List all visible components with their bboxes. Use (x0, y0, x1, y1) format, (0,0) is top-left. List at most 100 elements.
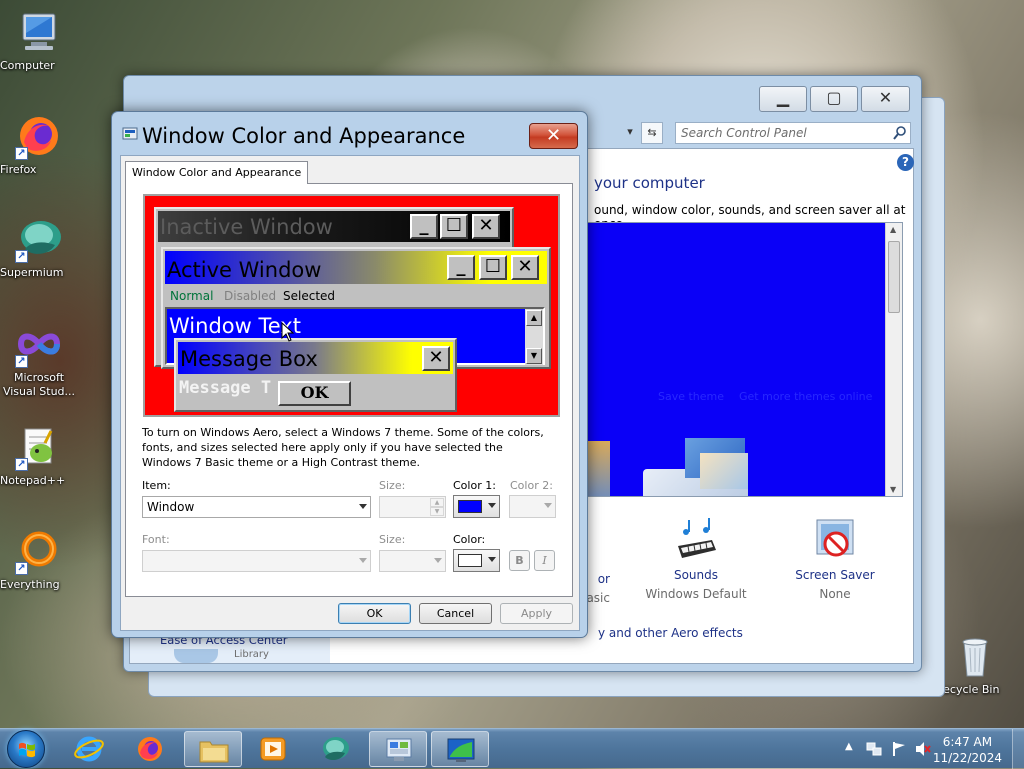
preview-close-icon: ✕ (472, 214, 500, 239)
search-icon[interactable] (892, 125, 908, 141)
maximize-button[interactable]: ▢ (810, 86, 858, 112)
preview-minimize-icon: _ (410, 214, 438, 239)
bold-button[interactable]: B (509, 550, 530, 571)
font-color-picker[interactable] (453, 549, 500, 572)
screen-saver-tile[interactable]: Screen Saver None (770, 516, 900, 601)
preview-msgbox-title: Message Box (180, 347, 318, 371)
show-desktop-button[interactable] (1012, 729, 1024, 769)
desktop-icon-label: Firefox (0, 163, 37, 176)
preview-scroll-down-icon: ▼ (526, 348, 542, 364)
item-select-value: Window (147, 500, 195, 514)
taskbar: ▲ 6:47 AM 11/22/2024 (0, 728, 1024, 769)
scroll-down-arrow-icon[interactable]: ▼ (890, 485, 896, 494)
dialog-close-button[interactable]: ✕ (529, 123, 578, 149)
taskbar-media-player-button[interactable] (244, 731, 302, 767)
size-label: Size: (379, 479, 406, 492)
taskbar-clock[interactable]: 6:47 AM 11/22/2024 (933, 734, 1002, 766)
preview-msgbox-close-icon: ✕ (422, 346, 450, 371)
taskbar-supermium-button[interactable] (306, 731, 364, 767)
size-spinner[interactable]: ▲ ▼ (379, 496, 446, 518)
preview-msgbox-text: Message T (179, 378, 272, 398)
firefox-icon (135, 734, 165, 764)
preview-message-box[interactable]: Message Box ✕ Message T OK (174, 338, 457, 412)
refresh-button[interactable]: ⇆ (641, 122, 663, 144)
theme-list[interactable]: Save theme Get more themes online ▲ ▼ (587, 222, 903, 497)
notepad-plus-plus-icon: ↗ (15, 423, 63, 471)
address-dropdown-button[interactable]: ▾ (621, 122, 639, 144)
item-label: Item: (142, 479, 171, 492)
font-size-select[interactable] (379, 550, 446, 572)
everything-search-icon: ↗ (15, 527, 63, 575)
save-theme-link[interactable]: Save theme (658, 390, 724, 403)
window-icon (122, 126, 138, 142)
volume-muted-icon[interactable] (915, 741, 931, 757)
preview-menu-normal: Normal (170, 289, 214, 303)
help-icon[interactable]: ? (897, 154, 914, 171)
desktop-icon-everything[interactable]: ↗ Everything (0, 527, 78, 591)
desktop-icon-firefox[interactable]: ↗ Firefox (0, 112, 78, 176)
theme-scrollbar[interactable]: ▲ ▼ (885, 223, 902, 496)
appearance-preview[interactable]: Inactive Window _ ☐ ✕ Active Window _ ☐ … (143, 194, 560, 417)
font-size-label: Size: (379, 533, 406, 546)
color1-picker[interactable] (453, 495, 500, 518)
taskbar-firefox-button[interactable] (121, 731, 179, 767)
aero-effects-link[interactable]: y and other Aero effects (598, 626, 743, 640)
apply-button[interactable]: Apply (500, 603, 573, 624)
show-hidden-icons-chevron-icon[interactable]: ▲ (845, 741, 853, 752)
library-icon (174, 649, 218, 663)
taskbar-explorer-button[interactable] (184, 731, 242, 767)
folder-icon (198, 736, 230, 764)
desktop-icon-label: Supermium (0, 266, 64, 279)
spinner-down-icon[interactable]: ▼ (430, 507, 444, 516)
cancel-button[interactable]: Cancel (419, 603, 492, 624)
screen-saver-tile-value: None (819, 587, 851, 601)
close-button[interactable]: ✕ (861, 86, 910, 112)
sounds-tile-value: Windows Default (645, 587, 747, 601)
desktop-icon-label: Microsoft Visual Stud... (2, 371, 76, 398)
get-more-themes-link[interactable]: Get more themes online (739, 390, 872, 403)
ok-button[interactable]: OK (338, 603, 411, 624)
preview-inactive-title: Inactive Window (160, 215, 333, 239)
personalization-icon (446, 736, 476, 764)
tab-window-color[interactable]: Window Color and Appearance (125, 161, 309, 184)
desktop-icon-visual-studio[interactable]: ↗ Microsoft Visual Stud... (0, 320, 78, 398)
color2-picker[interactable] (509, 495, 556, 518)
taskbar-control-panel-button[interactable] (369, 731, 427, 767)
item-select[interactable]: Window (142, 496, 371, 518)
desktop-icon-notepad-plus-plus[interactable]: ↗ Notepad++ (0, 423, 78, 487)
chevron-down-icon (488, 503, 496, 508)
theme-thumbnail[interactable] (588, 441, 610, 496)
font-select[interactable] (142, 550, 371, 572)
scroll-up-arrow-icon[interactable]: ▲ (890, 225, 896, 234)
control-panel-icon (384, 736, 414, 764)
shortcut-arrow-icon: ↗ (15, 458, 28, 471)
computer-icon (15, 8, 63, 56)
screen-saver-icon (811, 516, 859, 564)
dialog-body: Window Color and Appearance Inactive Win… (120, 155, 580, 631)
font-color-label: Color: (453, 533, 486, 546)
desktop-icon-label: Everything (0, 578, 60, 591)
spinner-up-icon[interactable]: ▲ (430, 498, 444, 507)
desktop-icon-computer[interactable]: Computer (0, 8, 78, 72)
supermium-icon: ↗ (15, 215, 63, 263)
action-center-flag-icon[interactable] (891, 741, 907, 757)
shortcut-arrow-icon: ↗ (15, 355, 28, 368)
preview-maximize-icon: ☐ (479, 255, 507, 280)
clock-time: 6:47 AM (942, 735, 993, 749)
search-input[interactable]: Search Control Panel (675, 122, 911, 144)
font-color-swatch (458, 554, 482, 567)
desktop-icon-supermium[interactable]: ↗ Supermium (0, 215, 78, 279)
preview-menu-disabled: Disabled (224, 289, 277, 303)
start-button[interactable] (7, 730, 45, 768)
italic-button[interactable]: I (534, 550, 555, 571)
sounds-tile[interactable]: Sounds Windows Default (631, 516, 761, 601)
desktop-icon-recycle-bin[interactable]: Recycle Bin (936, 632, 1014, 696)
taskbar-ie-button[interactable] (60, 731, 118, 767)
scroll-thumb[interactable] (888, 241, 900, 313)
taskbar-personalization-button[interactable] (431, 731, 489, 767)
network-icon[interactable] (866, 741, 882, 757)
theme-thumbnail[interactable] (700, 453, 748, 489)
minimize-button[interactable]: ▁ (759, 86, 807, 112)
sidebar-link-library[interactable]: Library (234, 649, 269, 660)
tab-panel: Inactive Window _ ☐ ✕ Active Window _ ☐ … (125, 183, 573, 597)
